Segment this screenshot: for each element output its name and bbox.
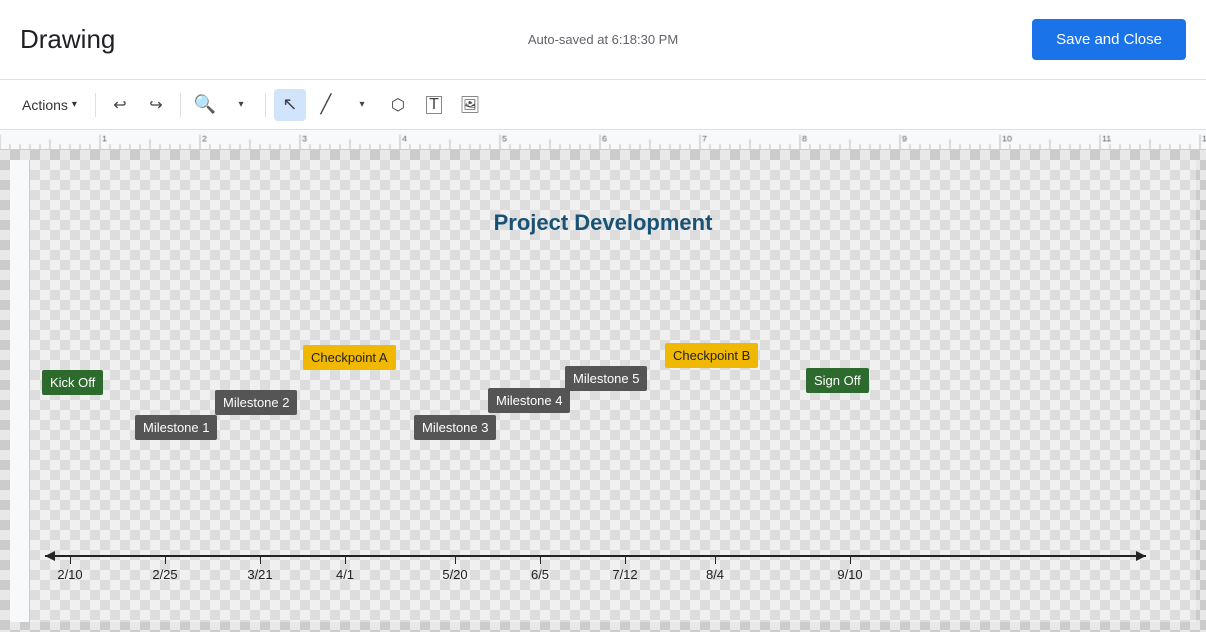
- tick-6: [540, 555, 541, 564]
- tick-1: [70, 555, 71, 564]
- text-tool-button[interactable]: T: [418, 89, 450, 121]
- date-label-3: 3/21: [247, 567, 272, 582]
- separator-1: [95, 93, 96, 117]
- autosave-status: Auto-saved at 6:18:30 PM: [528, 32, 678, 47]
- page-title: Drawing: [20, 24, 115, 55]
- app-header: Drawing Auto-saved at 6:18:30 PM Save an…: [0, 0, 1206, 80]
- checkpoint-a: Checkpoint A: [303, 345, 396, 370]
- date-label-2: 2/25: [152, 567, 177, 582]
- date-label-1: 2/10: [57, 567, 82, 582]
- separator-2: [180, 93, 181, 117]
- horizontal-ruler: [0, 130, 1206, 150]
- ruler-canvas: [0, 130, 1206, 149]
- shape-icon: ⬡: [391, 95, 405, 115]
- milestone-kickoff: Kick Off: [42, 370, 103, 395]
- milestone-signoff: Sign Off: [806, 368, 869, 393]
- milestone-4: Milestone 4: [488, 388, 570, 413]
- line-icon: ╱: [321, 94, 332, 115]
- timeline-arrow: [45, 555, 1146, 557]
- actions-label: Actions: [22, 97, 68, 113]
- zoom-chevron-icon: ▾: [238, 99, 243, 110]
- tick-2: [165, 555, 166, 564]
- checkpoint-b: Checkpoint B: [665, 343, 758, 368]
- date-label-6: 6/5: [531, 567, 549, 582]
- date-label-9: 9/10: [837, 567, 862, 582]
- milestone-2: Milestone 2: [215, 390, 297, 415]
- date-label-5: 5/20: [442, 567, 467, 582]
- milestone-5: Milestone 5: [565, 366, 647, 391]
- diagram-title: Project Development: [494, 210, 713, 236]
- tick-5: [455, 555, 456, 564]
- date-label-7: 7/12: [612, 567, 637, 582]
- milestone-3: Milestone 3: [414, 415, 496, 440]
- shape-tool-button[interactable]: ⬡: [382, 89, 414, 121]
- date-label-8: 8/4: [706, 567, 724, 582]
- select-icon: ↖: [282, 94, 297, 115]
- toolbar: Actions ▾ ↩ ↪ 🔍 ▾ ↖ ╱ ▾ ⬡ T 🖼: [0, 80, 1206, 130]
- line-tool-button[interactable]: ╱: [310, 89, 342, 121]
- redo-icon: ↪: [149, 95, 162, 115]
- undo-button[interactable]: ↩: [104, 89, 136, 121]
- line-dropdown-button[interactable]: ▾: [346, 89, 378, 121]
- zoom-button[interactable]: 🔍: [189, 89, 221, 121]
- zoom-icon: 🔍: [194, 94, 216, 115]
- tick-8: [715, 555, 716, 564]
- actions-menu-button[interactable]: Actions ▾: [12, 91, 87, 119]
- milestone-1: Milestone 1: [135, 415, 217, 440]
- drawing-area[interactable]: Project Development 2/10 2/25 3/21 4/1 5…: [0, 150, 1206, 632]
- save-close-button[interactable]: Save and Close: [1032, 19, 1186, 60]
- tick-3: [260, 555, 261, 564]
- separator-3: [265, 93, 266, 117]
- tick-7: [625, 555, 626, 564]
- text-box-icon: T: [426, 96, 442, 114]
- redo-button[interactable]: ↪: [140, 89, 172, 121]
- actions-chevron-icon: ▾: [72, 99, 77, 110]
- undo-icon: ↩: [113, 95, 126, 115]
- tick-4: [345, 555, 346, 564]
- select-tool-button[interactable]: ↖: [274, 89, 306, 121]
- tick-9: [850, 555, 851, 564]
- zoom-dropdown-button[interactable]: ▾: [225, 89, 257, 121]
- image-tool-button[interactable]: 🖼: [454, 89, 486, 121]
- image-icon: 🖼: [460, 95, 480, 115]
- date-label-4: 4/1: [336, 567, 354, 582]
- line-chevron-icon: ▾: [359, 99, 364, 110]
- vertical-ruler: [10, 160, 30, 622]
